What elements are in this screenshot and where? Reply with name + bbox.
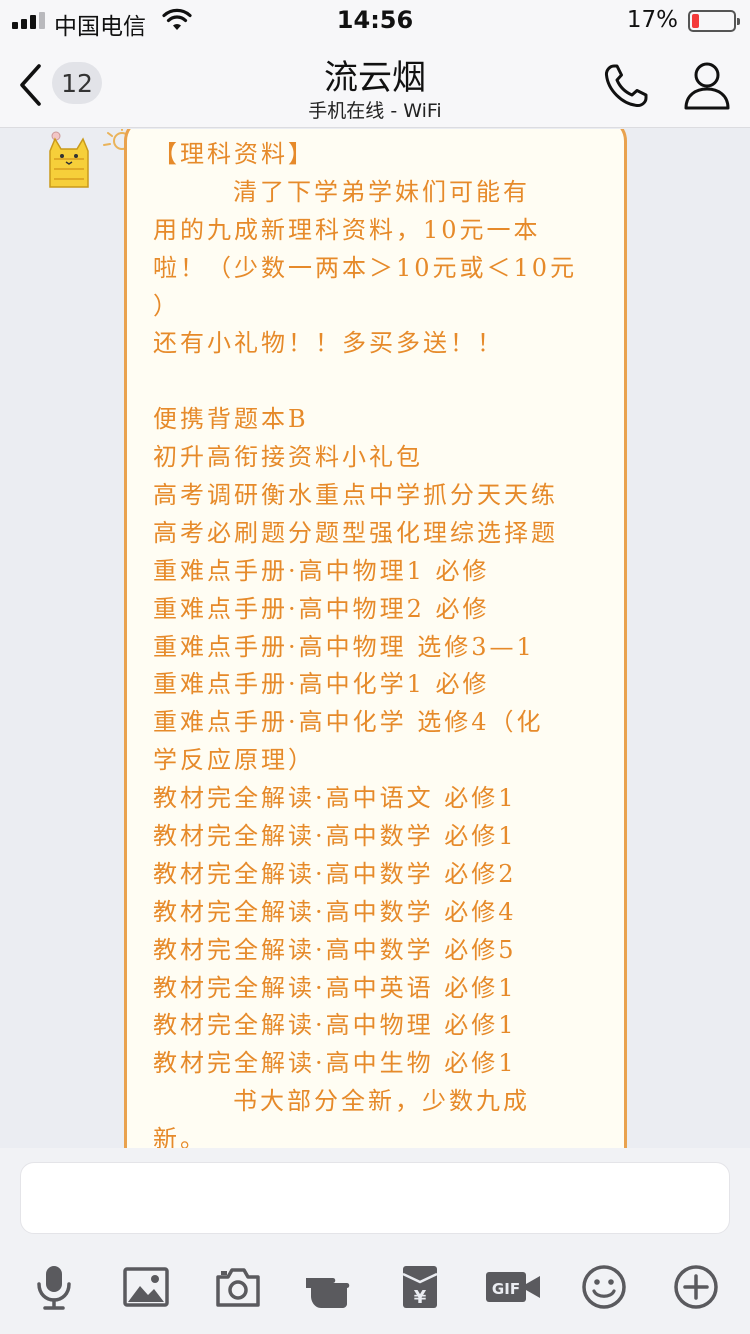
input-toolbar: ¥ GIF <box>0 1246 750 1334</box>
poke-icon <box>306 1278 350 1308</box>
gif-icon: GIF <box>486 1272 540 1302</box>
message-line: 新。 <box>153 1125 207 1148</box>
red-packet-label: ¥ <box>414 1287 427 1308</box>
message-line: 清了下学弟学妹们可能有 <box>233 177 530 206</box>
chat-message-list[interactable]: 【理科资料】清了下学弟学妹们可能有用的九成新理科资料，10元一本啦！（少数一两本… <box>0 129 750 1148</box>
message-line: 学反应原理） <box>153 746 315 775</box>
image-button[interactable] <box>116 1260 176 1314</box>
message-line: 书大部分全新，少数九成 <box>233 1087 530 1116</box>
message-line: 还有小礼物！！多买多送！！ <box>153 329 504 358</box>
camera-button[interactable] <box>208 1260 268 1314</box>
profile-button[interactable] <box>682 58 732 112</box>
message-line: 教材完全解读·高中数学 必修5 <box>153 935 517 964</box>
chat-header: 12 流云烟 手机在线 - WiFi <box>0 40 750 128</box>
image-icon <box>123 1267 169 1307</box>
emoji-button[interactable] <box>574 1260 634 1314</box>
message-line: 高考调研衡水重点中学抓分天天练 <box>153 481 558 510</box>
more-button[interactable] <box>666 1260 726 1314</box>
input-bar <box>0 1148 750 1246</box>
status-bar: 中国电信 14:56 17% <box>0 0 750 40</box>
message-bubble[interactable]: 【理科资料】清了下学弟学妹们可能有用的九成新理科资料，10元一本啦！（少数一两本… <box>124 129 627 1148</box>
message-line: 教材完全解读·高中数学 必修1 <box>153 822 517 851</box>
message-line: 重难点手册·高中物理 选修3—1 <box>153 632 535 661</box>
message-line: 教材完全解读·高中数学 必修4 <box>153 897 517 926</box>
mic-icon <box>37 1266 71 1310</box>
message-line: 高考必刷题分题型强化理综选择题 <box>153 518 558 547</box>
message-line: 重难点手册·高中化学 选修4（化 <box>153 708 544 737</box>
message-line: 用的九成新理科资料，10元一本 <box>153 215 541 244</box>
message-line: 教材完全解读·高中生物 必修1 <box>153 1049 517 1078</box>
message-line: 便携背题本B <box>153 405 309 434</box>
message-line <box>153 363 608 401</box>
message-input[interactable] <box>20 1162 730 1234</box>
message-line: 啦！（少数一两本＞10元或＜10元 <box>153 253 578 282</box>
message-line: 教材完全解读·高中语文 必修1 <box>153 784 517 813</box>
battery-percent: 17% <box>626 7 678 33</box>
message-line: 【理科资料】 <box>153 140 315 168</box>
message-line: 教材完全解读·高中英语 必修1 <box>153 973 517 1002</box>
battery-level-fill <box>692 14 699 28</box>
camera-icon <box>216 1268 260 1307</box>
emoji-icon <box>582 1265 626 1309</box>
battery-icon <box>688 10 740 32</box>
message-line: 教材完全解读·高中物理 必修1 <box>153 1011 517 1040</box>
plus-icon <box>674 1265 718 1309</box>
gif-button[interactable]: GIF <box>480 1260 546 1314</box>
red-packet-icon: ¥ <box>402 1266 438 1308</box>
voice-button[interactable] <box>24 1260 84 1314</box>
sender-avatar[interactable] <box>36 129 102 195</box>
phone-call-button[interactable] <box>600 60 652 112</box>
poke-button[interactable] <box>298 1260 358 1314</box>
gif-label: GIF <box>492 1280 520 1298</box>
message-line: 重难点手册·高中物理2 必修 <box>153 594 490 623</box>
message-line: 教材完全解读·高中数学 必修2 <box>153 859 517 888</box>
message-line: ） <box>153 291 180 320</box>
red-packet-button[interactable]: ¥ <box>390 1260 450 1314</box>
message-line: 重难点手册·高中物理1 必修 <box>153 556 490 585</box>
message-line: 重难点手册·高中化学1 必修 <box>153 670 490 699</box>
message-line: 初升高衔接资料小礼包 <box>153 443 423 472</box>
